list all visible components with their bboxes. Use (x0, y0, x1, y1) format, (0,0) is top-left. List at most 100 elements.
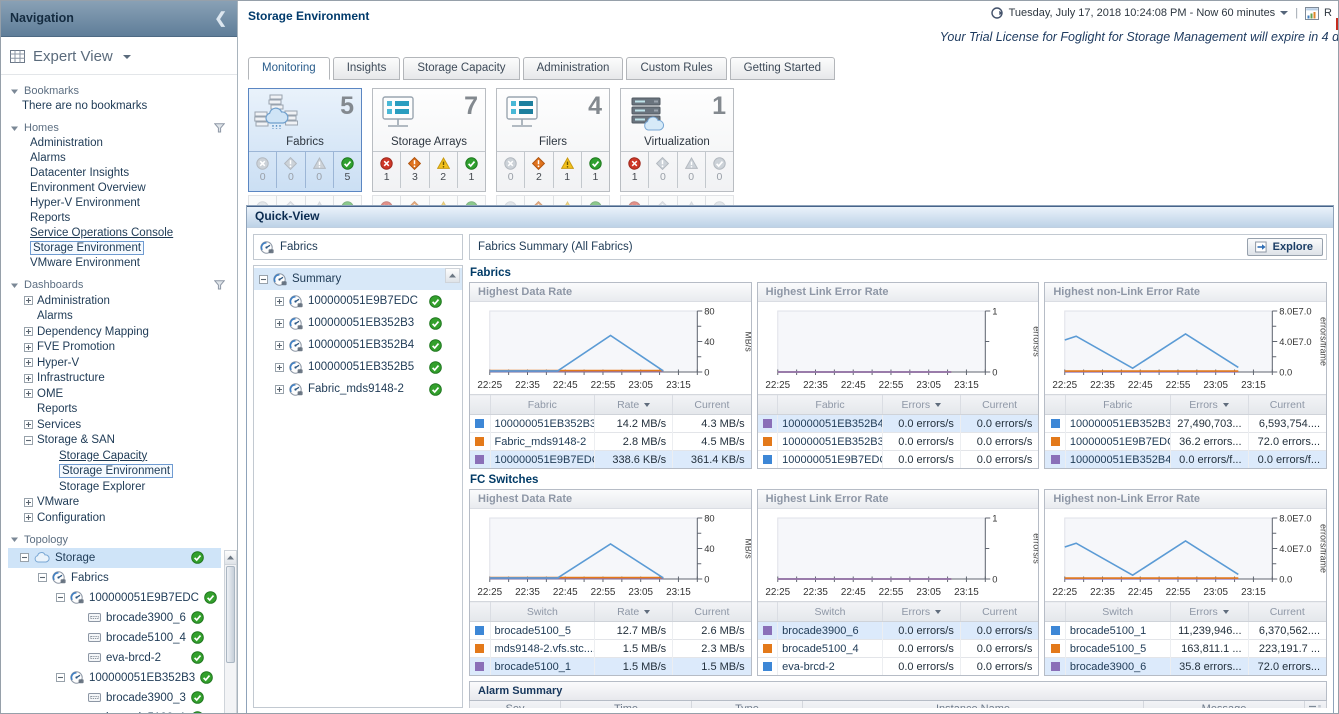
table-row[interactable]: 100000051E9B7EDC338.6 KB/s361.4 KB/s (470, 451, 751, 469)
tree-node-summary[interactable]: Summary (254, 268, 462, 290)
swatch-column-header[interactable] (758, 602, 778, 622)
table-row[interactable]: brocade3900_60.0 errors/s0.0 errors/s (758, 622, 1039, 640)
table-row[interactable]: brocade5100_5163,811.1 ...223,191.7 ... (1045, 640, 1326, 658)
alarm-column-time[interactable]: Time (560, 701, 691, 708)
dash-item-storage-capacity[interactable]: Storage Capacity (8, 448, 237, 464)
tab-insights[interactable]: Insights (333, 57, 401, 80)
tree-node-fabric-mds9148-2[interactable]: Fabric_mds9148-2 (254, 378, 462, 400)
reports-label[interactable]: R (1324, 7, 1332, 19)
alarm-column-message[interactable]: Message (1143, 701, 1304, 708)
column-header-current[interactable]: Current (1248, 602, 1326, 622)
home-item-reports[interactable]: Reports (8, 211, 237, 226)
tile-storage-arrays[interactable]: 7Storage Arrays13211321 (372, 88, 486, 205)
dash-item-configuration[interactable]: Configuration (8, 510, 237, 526)
dashboards-section-header[interactable]: Dashboards (10, 279, 237, 291)
column-header-current[interactable]: Current (1248, 395, 1326, 415)
dash-item-storage-san[interactable]: Storage & SAN (8, 433, 237, 449)
home-item-alarms[interactable]: Alarms (8, 151, 237, 166)
swatch-column-header[interactable] (1045, 602, 1065, 622)
swatch-column-header[interactable] (470, 602, 490, 622)
dash-item-administration[interactable]: Administration (8, 293, 237, 309)
table-row[interactable]: brocade5100_512.7 MB/s2.6 MB/s (470, 622, 751, 640)
home-item-storage-environment[interactable]: Storage Environment (8, 241, 237, 256)
dash-item-reports[interactable]: Reports (8, 402, 237, 418)
topology-node-eva-brcd-2[interactable]: eva-brcd-2 (8, 648, 221, 668)
tree-node-100000051e9b7edc[interactable]: 100000051E9B7EDC (254, 290, 462, 312)
column-header-errors[interactable]: Errors (882, 395, 960, 415)
tab-custom-rules[interactable]: Custom Rules (626, 57, 726, 80)
alarm-column-instance-name[interactable]: Instance Name (802, 701, 1143, 708)
dash-item-vmware[interactable]: VMware (8, 495, 237, 511)
dash-item-infrastructure[interactable]: Infrastructure (8, 371, 237, 387)
time-range-control[interactable]: Tuesday, July 17, 2018 10:24:08 PM - Now… (990, 6, 1337, 20)
tab-monitoring[interactable]: Monitoring (248, 57, 330, 80)
topology-node-fabrics[interactable]: Fabrics (8, 568, 221, 588)
column-header-rate[interactable]: Rate (595, 602, 673, 622)
column-header-current[interactable]: Current (673, 602, 751, 622)
column-header-current[interactable]: Current (960, 395, 1038, 415)
table-row[interactable]: 100000051EB352B40.0 errors/s0.0 errors/s (758, 415, 1039, 433)
tree-node-100000051eb352b5[interactable]: 100000051EB352B5 (254, 356, 462, 378)
bookmarks-section-header[interactable]: Bookmarks (10, 85, 237, 97)
home-item-administration[interactable]: Administration (8, 136, 237, 151)
table-row[interactable]: 100000051EB352B40.0 errors/f...0.0 error… (1045, 451, 1326, 469)
topology-node-100000051eb352b3[interactable]: 100000051EB352B3 (8, 668, 221, 688)
column-header-fabric[interactable]: Fabric (1065, 395, 1170, 415)
tile-virtualization[interactable]: 1Virtualization10001000 (620, 88, 734, 205)
table-row[interactable]: 100000051E9B7EDC0.0 errors/s0.0 errors/s (758, 451, 1039, 469)
table-row[interactable]: mds9148-2.vfs.stc....1.5 MB/s2.3 MB/s (470, 640, 751, 658)
home-item-vmware-environment[interactable]: VMware Environment (8, 256, 237, 271)
tab-administration[interactable]: Administration (523, 57, 624, 80)
explore-button[interactable]: Explore (1247, 238, 1323, 256)
swatch-column-header[interactable] (758, 395, 778, 415)
column-header-current[interactable]: Current (673, 395, 751, 415)
table-row[interactable]: 100000051EB352B314.2 MB/s4.3 MB/s (470, 415, 751, 433)
dash-item-dependency-mapping[interactable]: Dependency Mapping (8, 324, 237, 340)
topology-scrollbar[interactable] (224, 550, 237, 714)
table-row[interactable]: 100000051EB352B30.0 errors/s0.0 errors/s (758, 433, 1039, 451)
chevron-down-icon[interactable] (1280, 11, 1288, 15)
tree-node-100000051eb352b3[interactable]: 100000051EB352B3 (254, 312, 462, 334)
dash-item-fve-promotion[interactable]: FVE Promotion (8, 340, 237, 356)
dash-item-storage-explorer[interactable]: Storage Explorer (8, 479, 237, 495)
scroll-up-button[interactable] (445, 268, 460, 283)
scrollbar-thumb[interactable] (226, 566, 235, 663)
alarm-column-type[interactable]: Type (691, 701, 802, 708)
column-header-rate[interactable]: Rate (595, 395, 673, 415)
topology-node-brocade3900-6[interactable]: brocade3900_6 (8, 608, 221, 628)
table-row[interactable]: Fabric_mds9148-22.8 MB/s4.5 MB/s (470, 433, 751, 451)
table-row[interactable]: eva-brcd-20.0 errors/s0.0 errors/s (758, 658, 1039, 676)
topology-node-brocade5100-4[interactable]: brocade5100_4 (8, 628, 221, 648)
table-row[interactable]: brocade5100_40.0 errors/s0.0 errors/s (758, 640, 1039, 658)
table-row[interactable]: 100000051EB352B327,490,703...6,593,754..… (1045, 415, 1326, 433)
column-header-switch[interactable]: Switch (1065, 602, 1170, 622)
tile-filers[interactable]: 4Filers02110211 (496, 88, 610, 205)
dash-item-storage-environment[interactable]: Storage Environment (8, 464, 237, 480)
column-header-fabric[interactable]: Fabric (490, 395, 595, 415)
home-item-service-operations-console[interactable]: Service Operations Console (8, 226, 237, 241)
topology-node-brocade3900-3[interactable]: brocade3900_3 (8, 688, 221, 708)
column-header-errors[interactable]: Errors (882, 602, 960, 622)
alarm-column-sev[interactable]: Sev (470, 701, 560, 708)
dash-item-ome[interactable]: OME (8, 386, 237, 402)
tile-fabrics[interactable]: 5Fabrics00050005 (248, 88, 362, 205)
collapse-panel-icon[interactable]: ❮ (214, 9, 227, 27)
table-row[interactable]: brocade3900_635.8 errors...72.0 errors..… (1045, 658, 1326, 676)
tab-storage-capacity[interactable]: Storage Capacity (403, 57, 519, 80)
view-selector[interactable]: Expert View (0, 37, 237, 75)
scroll-up-icon[interactable] (225, 551, 236, 565)
tab-getting-started[interactable]: Getting Started (730, 57, 835, 80)
swatch-column-header[interactable] (1045, 395, 1065, 415)
table-row[interactable]: brocade5100_11.5 MB/s1.5 MB/s (470, 658, 751, 676)
tree-node-100000051eb352b4[interactable]: 100000051EB352B4 (254, 334, 462, 356)
topology-node-brocade5100-1[interactable]: brocade5100_1 (8, 708, 221, 714)
column-header-fabric[interactable]: Fabric (778, 395, 883, 415)
homes-section-header[interactable]: Homes (10, 122, 237, 134)
home-item-environment-overview[interactable]: Environment Overview (8, 181, 237, 196)
topology-node-100000051e9b7edc[interactable]: 100000051E9B7EDC (8, 588, 221, 608)
column-header-switch[interactable]: Switch (490, 602, 595, 622)
topology-node-storage[interactable]: Storage (8, 548, 221, 568)
home-item-hyper-v-environment[interactable]: Hyper-V Environment (8, 196, 237, 211)
column-header-current[interactable]: Current (960, 602, 1038, 622)
dash-item-services[interactable]: Services (8, 417, 237, 433)
